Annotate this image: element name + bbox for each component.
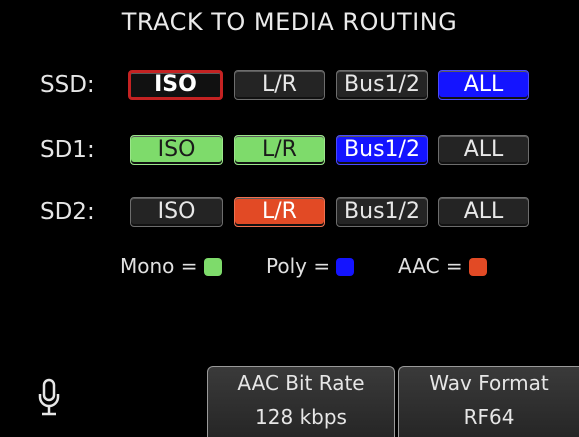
sd1-iso-button[interactable]: ISO: [130, 135, 223, 165]
legend-poly-label: Poly =: [266, 254, 331, 278]
mono-color-swatch: [203, 258, 222, 276]
aac-bit-rate-button[interactable]: AAC Bit Rate 128 kbps: [207, 366, 395, 437]
poly-color-swatch: [336, 258, 355, 276]
sd1-lr-button[interactable]: L/R: [234, 135, 325, 165]
sd1-bus12-button[interactable]: Bus1/2: [336, 135, 428, 165]
sd1-all-button[interactable]: ALL: [438, 135, 529, 165]
row-label-sd1: SD1:: [40, 137, 95, 163]
sd2-iso-button[interactable]: ISO: [130, 197, 223, 227]
ssd-iso-button[interactable]: ISO: [128, 70, 223, 100]
sd2-lr-button[interactable]: L/R: [234, 197, 325, 227]
sd2-all-button[interactable]: ALL: [438, 197, 529, 227]
legend-poly: Poly =: [266, 254, 355, 278]
wav-format-value: RF64: [463, 405, 515, 429]
legend-aac-label: AAC =: [398, 254, 463, 278]
aac-color-swatch: [468, 258, 487, 276]
wav-format-button[interactable]: Wav Format RF64: [398, 366, 579, 437]
microphone-icon[interactable]: [38, 378, 60, 418]
aac-bit-rate-label: AAC Bit Rate: [237, 371, 365, 395]
wav-format-label: Wav Format: [429, 371, 549, 395]
row-label-ssd: SSD:: [40, 72, 95, 98]
ssd-lr-button[interactable]: L/R: [234, 70, 325, 100]
legend-mono-label: Mono =: [120, 254, 198, 278]
legend-mono: Mono =: [120, 254, 222, 278]
ssd-bus12-button[interactable]: Bus1/2: [336, 70, 428, 100]
page-title: TRACK TO MEDIA ROUTING: [121, 8, 458, 36]
ssd-all-button[interactable]: ALL: [438, 70, 529, 100]
legend-aac: AAC =: [398, 254, 487, 278]
sd2-bus12-button[interactable]: Bus1/2: [336, 197, 428, 227]
row-label-sd2: SD2:: [40, 199, 95, 225]
aac-bit-rate-value: 128 kbps: [255, 405, 347, 429]
